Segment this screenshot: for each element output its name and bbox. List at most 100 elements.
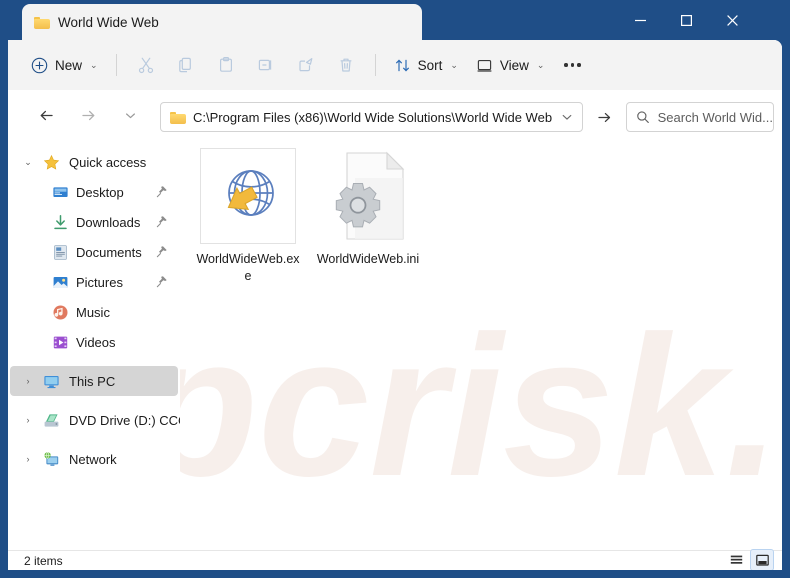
arrow-left-icon bbox=[40, 110, 53, 120]
delete-button[interactable] bbox=[326, 48, 366, 82]
this-pc-icon bbox=[43, 373, 60, 390]
sort-button-label: Sort bbox=[417, 57, 443, 73]
title-bar: World Wide Web bbox=[8, 0, 790, 40]
file-thumbnail bbox=[320, 148, 416, 244]
content-area: ⌄ Quick access Desktop Downloads Documen… bbox=[8, 140, 782, 550]
pin-icon[interactable] bbox=[155, 215, 168, 228]
chevron-down-icon bbox=[125, 112, 135, 118]
forward-button[interactable] bbox=[72, 99, 104, 131]
view-button[interactable]: View ⌄ bbox=[467, 48, 554, 82]
svg-text:pcrisk.com: pcrisk.com bbox=[180, 295, 782, 518]
sidebar-item-videos[interactable]: Videos bbox=[10, 327, 178, 357]
recent-locations-button[interactable] bbox=[114, 99, 146, 131]
search-box[interactable]: Search World Wid... bbox=[626, 102, 774, 132]
watermark: pcrisk.com bbox=[180, 295, 782, 518]
share-button[interactable] bbox=[286, 48, 326, 82]
command-bar: New ⌄ Sort ⌄ View ⌄ bbox=[8, 40, 782, 90]
sidebar-item-label: Music bbox=[76, 304, 110, 320]
see-more-button[interactable] bbox=[553, 48, 591, 82]
copy-button[interactable] bbox=[166, 48, 206, 82]
pictures-icon bbox=[52, 274, 69, 291]
chevron-right-icon[interactable]: › bbox=[20, 451, 36, 467]
dot bbox=[570, 63, 575, 67]
sidebar-item-pictures[interactable]: Pictures bbox=[10, 267, 178, 297]
folder-icon bbox=[34, 16, 50, 29]
network-icon bbox=[43, 451, 60, 468]
sort-button[interactable]: Sort ⌄ bbox=[385, 48, 467, 82]
folder-icon bbox=[170, 111, 186, 124]
chevron-down-icon: ⌄ bbox=[536, 59, 545, 70]
go-button[interactable] bbox=[591, 103, 617, 131]
pin-icon[interactable] bbox=[155, 275, 168, 288]
toolbar-divider-2 bbox=[374, 54, 376, 76]
sidebar-item-label: This PC bbox=[69, 373, 116, 389]
cut-button[interactable] bbox=[126, 48, 166, 82]
explorer-tab[interactable]: World Wide Web bbox=[22, 4, 422, 40]
paste-button[interactable] bbox=[206, 48, 246, 82]
sidebar-item-documents[interactable]: Documents bbox=[10, 237, 178, 267]
videos-icon bbox=[52, 334, 69, 351]
maximize-button[interactable] bbox=[663, 0, 709, 40]
sidebar-item-dvd-drive[interactable]: › DVD Drive (D:) CCCC bbox=[10, 405, 181, 435]
address-path: C:\Program Files (x86)\World Wide Soluti… bbox=[193, 109, 553, 125]
copy-icon bbox=[178, 57, 191, 73]
chevron-right-icon[interactable]: › bbox=[20, 373, 36, 389]
minimize-button[interactable] bbox=[617, 0, 663, 40]
view-button-label: View bbox=[499, 57, 529, 73]
tab-title: World Wide Web bbox=[58, 14, 159, 30]
chevron-down-icon: ⌄ bbox=[90, 59, 98, 70]
large-icons-view-button[interactable] bbox=[750, 549, 774, 570]
sidebar-item-music[interactable]: Music bbox=[10, 297, 178, 327]
pin-icon[interactable] bbox=[155, 245, 168, 258]
sidebar-item-quick-access[interactable]: ⌄ Quick access bbox=[10, 147, 178, 177]
sidebar-item-downloads[interactable]: Downloads bbox=[10, 207, 178, 237]
plus-circle-icon bbox=[31, 57, 48, 73]
paste-icon bbox=[219, 57, 232, 72]
arrow-right-icon bbox=[597, 112, 610, 122]
dot bbox=[564, 63, 568, 67]
dvd-icon bbox=[43, 412, 60, 429]
downloads-icon bbox=[52, 214, 69, 231]
search-placeholder: Search World Wid... bbox=[657, 109, 773, 125]
item-count: 2 items bbox=[24, 553, 63, 568]
sidebar-item-label: Desktop bbox=[76, 184, 124, 200]
share-icon bbox=[298, 58, 312, 72]
rename-button[interactable] bbox=[246, 48, 286, 82]
back-button[interactable] bbox=[30, 99, 62, 131]
sidebar-item-this-pc[interactable]: › This PC bbox=[10, 366, 178, 396]
sidebar-item-label: Documents bbox=[76, 244, 142, 260]
window-body: New ⌄ Sort ⌄ View ⌄ C:\Program Files (x8… bbox=[8, 40, 782, 570]
details-view-icon bbox=[730, 555, 742, 564]
search-icon bbox=[637, 111, 649, 124]
new-button[interactable]: New ⌄ bbox=[22, 48, 107, 82]
close-button[interactable] bbox=[709, 0, 755, 40]
sidebar-item-network[interactable]: › Network bbox=[10, 444, 178, 474]
file-item[interactable]: WorldWideWeb.ini bbox=[312, 148, 424, 268]
chevron-down-icon: ⌄ bbox=[450, 59, 458, 70]
arrow-right-icon bbox=[81, 110, 94, 120]
address-chevron-down-icon[interactable] bbox=[556, 104, 578, 130]
scissors-icon bbox=[138, 57, 153, 74]
details-view-button[interactable] bbox=[724, 549, 748, 570]
chevron-right-icon[interactable]: › bbox=[20, 412, 36, 428]
file-explorer-window: World Wide Web New ⌄ Sort ⌄ View ⌄ C:\Pr… bbox=[0, 0, 790, 578]
address-bar[interactable]: C:\Program Files (x86)\World Wide Soluti… bbox=[160, 102, 583, 132]
sidebar-item-desktop[interactable]: Desktop bbox=[10, 177, 178, 207]
dot bbox=[577, 63, 581, 67]
desktop-icon bbox=[52, 184, 69, 201]
ini-gear-document-icon bbox=[335, 151, 405, 240]
pin-icon[interactable] bbox=[155, 185, 168, 198]
file-list[interactable]: pcrisk.com bbox=[180, 140, 782, 550]
music-icon bbox=[52, 304, 69, 321]
new-button-label: New bbox=[55, 57, 83, 73]
file-item[interactable]: WorldWideWeb.exe bbox=[192, 148, 304, 285]
sidebar-item-label: Network bbox=[69, 451, 117, 467]
chevron-down-icon[interactable]: ⌄ bbox=[20, 154, 36, 170]
view-icon bbox=[477, 59, 492, 72]
sidebar-item-label: DVD Drive (D:) CCCC bbox=[69, 412, 180, 428]
sidebar-item-label: Videos bbox=[76, 334, 116, 350]
view-toggle-group bbox=[724, 549, 774, 570]
sidebar-item-label: Quick access bbox=[69, 154, 147, 170]
